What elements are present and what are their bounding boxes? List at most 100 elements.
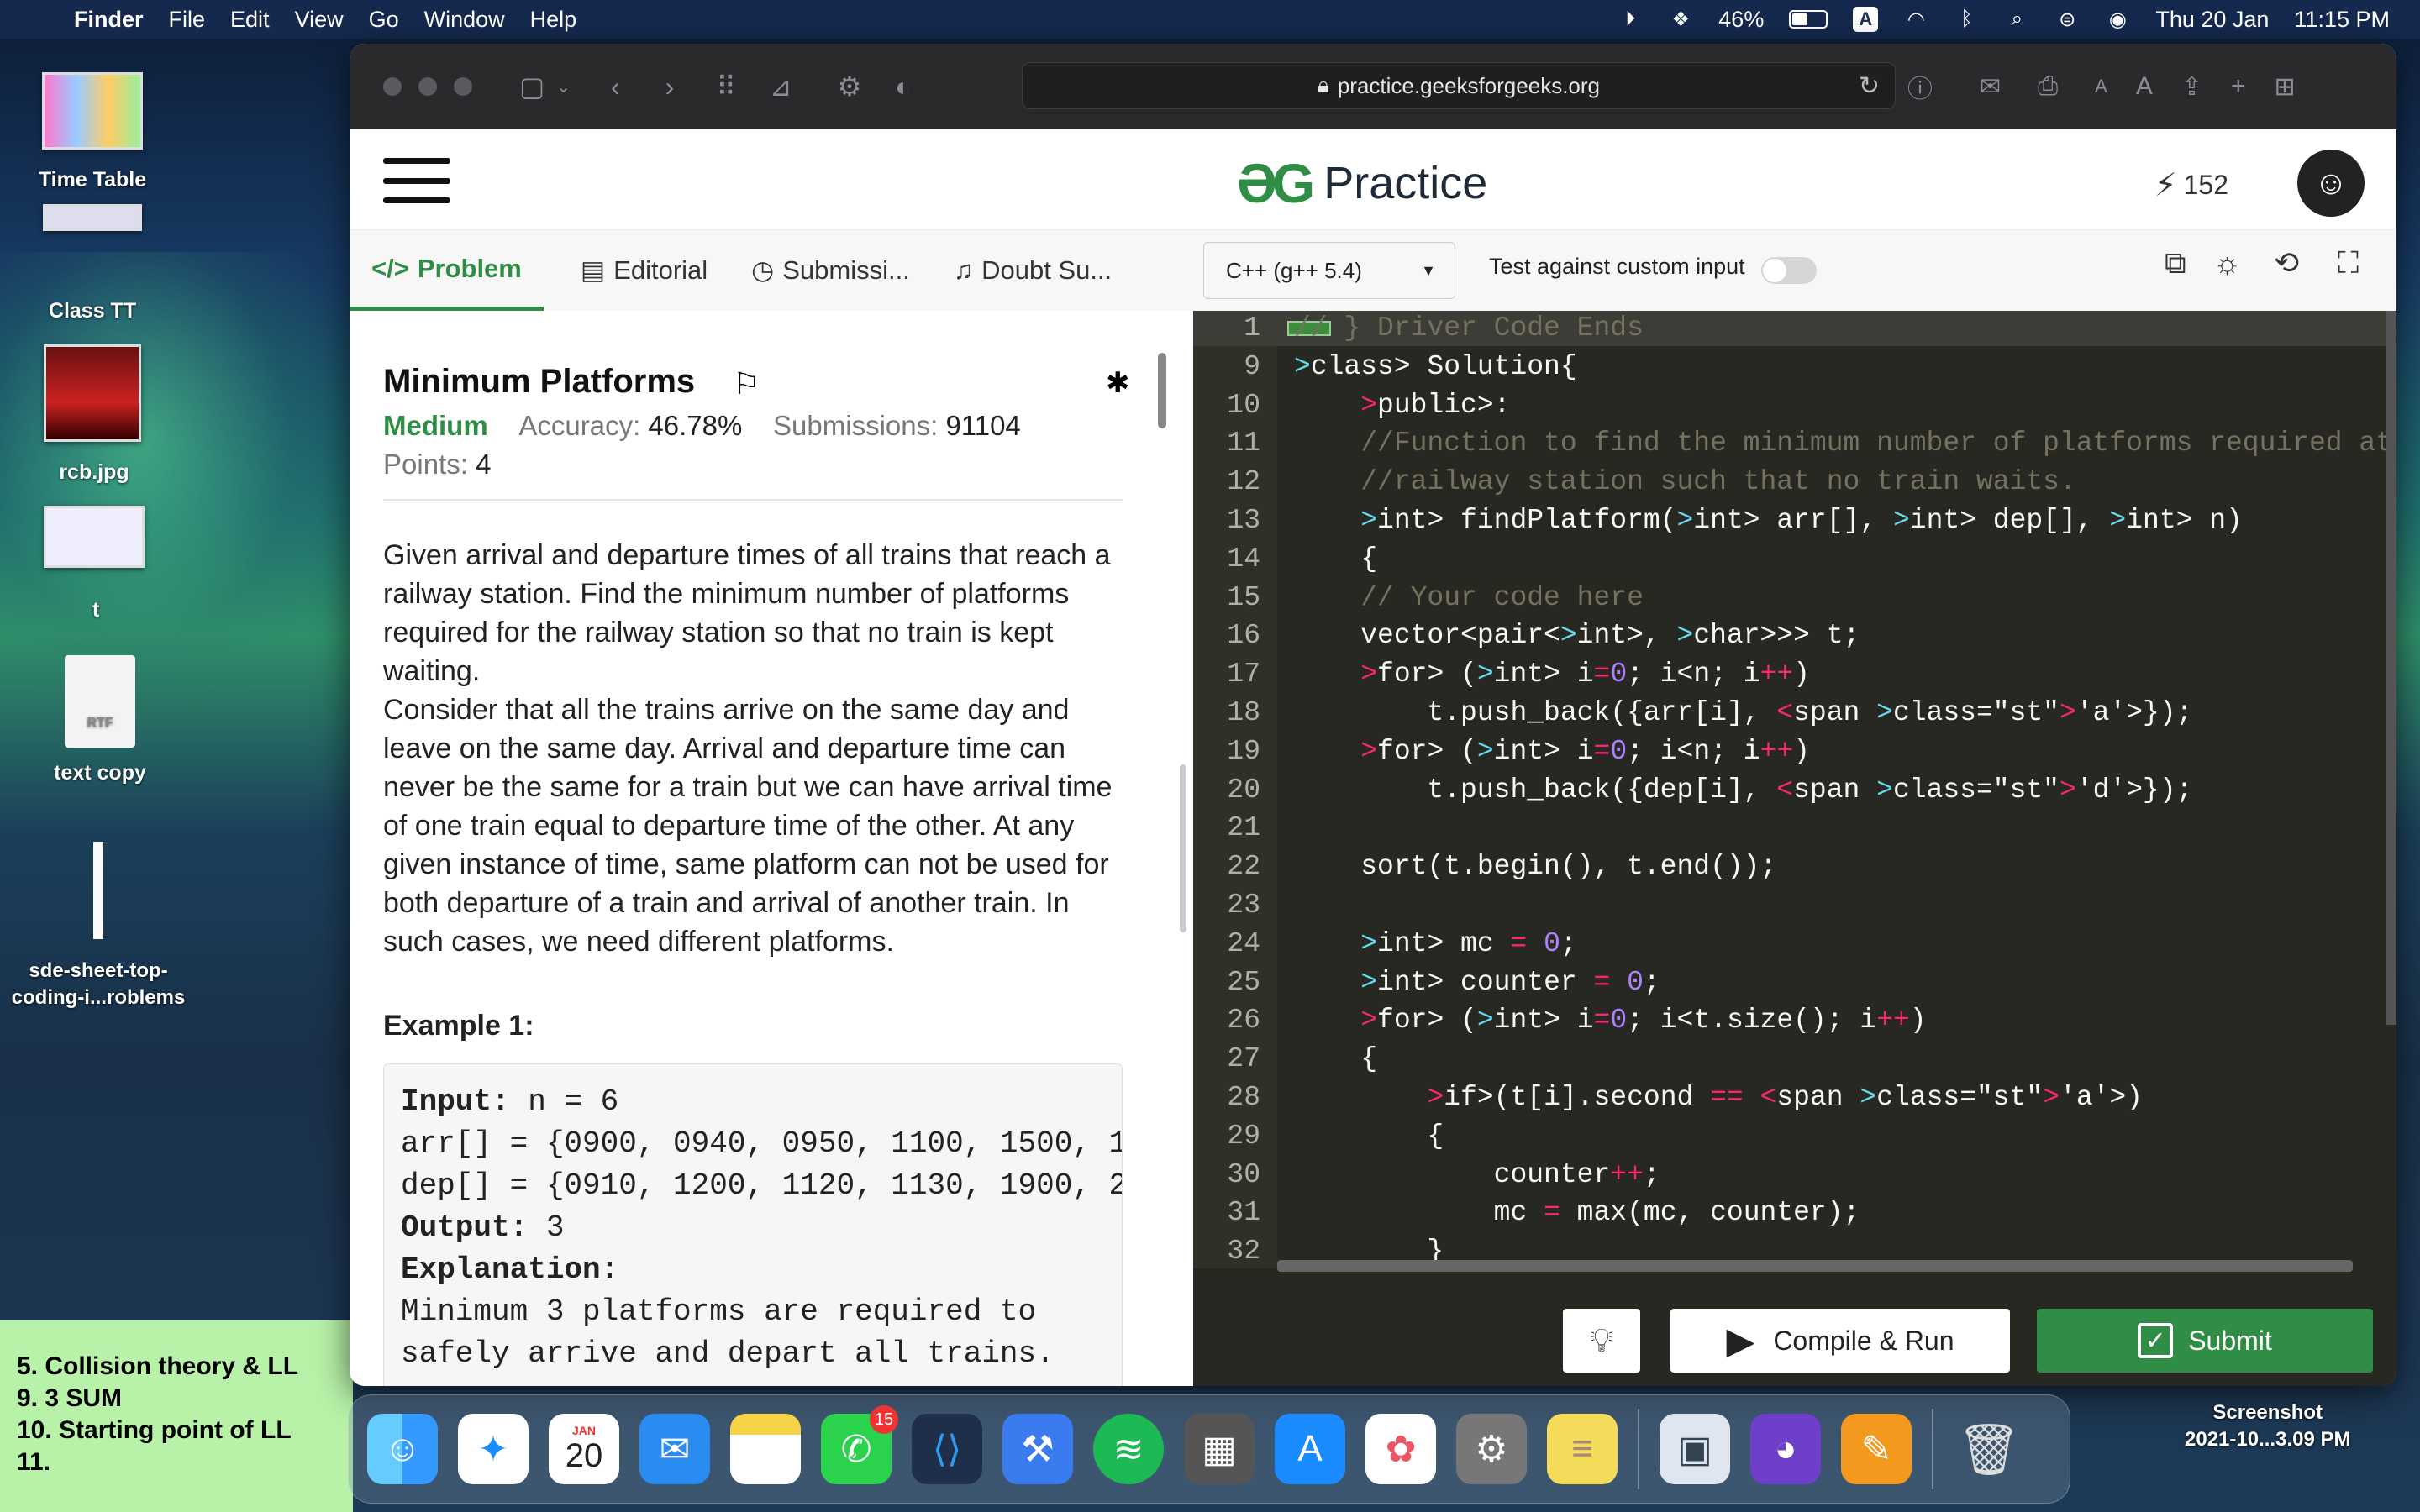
forward-icon[interactable]: › bbox=[666, 71, 675, 102]
finder-icon[interactable]: ☺ bbox=[367, 1414, 438, 1484]
menubar-time[interactable]: 11:15 PM bbox=[2294, 7, 2390, 33]
xcode-icon[interactable]: ⚒ bbox=[1002, 1414, 1073, 1484]
sidebar-toggle-icon[interactable]: ▢ bbox=[519, 71, 544, 102]
whatsapp-icon[interactable]: ✆ 15 bbox=[821, 1405, 898, 1484]
spotify-icon[interactable]: ≋ bbox=[1093, 1414, 1164, 1484]
app-store-icon[interactable]: A bbox=[1275, 1414, 1345, 1484]
copy-icon[interactable]: ⧉ bbox=[2165, 245, 2186, 281]
gfg-logo[interactable]: ƏG Practice bbox=[1237, 151, 1487, 215]
tab-doubt-support[interactable]: ♫ Doubt Su... bbox=[932, 230, 1134, 311]
menu-go[interactable]: Go bbox=[369, 7, 399, 33]
address-bar[interactable]: 🔒︎ practice.geeksforgeeks.org ↻ bbox=[1022, 62, 1896, 109]
desktop-icon-timetable[interactable]: Time Table bbox=[34, 72, 151, 231]
editor-footer: 💡︎ ▶ Compile & Run ✓ Submit bbox=[1193, 1277, 2396, 1386]
bookmark-icon[interactable]: ⚐ bbox=[733, 366, 760, 402]
tab-submissions[interactable]: ◷ Submissi... bbox=[729, 230, 932, 311]
trash-icon[interactable]: 🗑︎ bbox=[1954, 1414, 2024, 1484]
problem-meta: Medium Accuracy: 46.78% Submissions: 911… bbox=[383, 410, 1021, 442]
menu-edit[interactable]: Edit bbox=[230, 7, 270, 33]
rtf-file-icon: RTF bbox=[65, 655, 135, 748]
desktop-icon-t[interactable]: t bbox=[44, 506, 148, 622]
desktop-icon-rcb[interactable]: rcb.jpg bbox=[44, 344, 145, 485]
wifi-icon[interactable]: ◠ bbox=[1903, 8, 1928, 31]
tab-overview-icon[interactable]: ⊞ bbox=[2275, 72, 2296, 102]
print-icon[interactable]: ⎙ bbox=[2038, 72, 2058, 101]
shield-icon[interactable]: ◐ bbox=[895, 71, 911, 102]
dock-separator bbox=[1932, 1409, 1933, 1489]
menubar-date[interactable]: Thu 20 Jan bbox=[2155, 7, 2269, 33]
dropbox-icon[interactable]: ❖ bbox=[1668, 8, 1693, 31]
desktop-icon-screenshot[interactable]: Screenshot 2021-10...3.09 PM bbox=[2185, 1399, 2350, 1453]
desktop-icon-textcopy[interactable]: RTF text copy bbox=[45, 655, 155, 785]
menu-file[interactable]: File bbox=[169, 7, 206, 33]
custom-input-toggle[interactable] bbox=[1761, 257, 1817, 284]
notification-badge: 15 bbox=[870, 1405, 898, 1434]
window-close-button[interactable] bbox=[383, 77, 402, 96]
bug-report-icon[interactable]: ✱ bbox=[1106, 366, 1130, 400]
preview-icon[interactable]: ▣ bbox=[1660, 1414, 1730, 1484]
window-zoom-button[interactable] bbox=[454, 77, 472, 96]
siri-icon[interactable]: ◉ bbox=[2105, 8, 2130, 31]
stickies-icon[interactable]: ≡ bbox=[1547, 1414, 1618, 1484]
tab-editorial[interactable]: ▤ Editorial bbox=[559, 230, 729, 311]
back-icon[interactable]: ‹ bbox=[611, 71, 620, 102]
new-tab-icon[interactable]: + bbox=[2231, 72, 2246, 101]
vscode-icon[interactable]: ⟨⟩ bbox=[912, 1414, 982, 1484]
mail-icon[interactable]: ✉ bbox=[639, 1414, 710, 1484]
chevron-down-icon[interactable]: ⌄ bbox=[556, 76, 571, 97]
menu-view[interactable]: View bbox=[295, 7, 344, 33]
search-icon[interactable]: ⌕ bbox=[2004, 8, 2029, 30]
desktop-icon-sde-sheet[interactable]: sde-sheet-top-coding-i...roblems bbox=[2, 842, 195, 1011]
code-editor[interactable]: 1 // } Driver Code Ends 9 >class> Solution{… bbox=[1193, 311, 2396, 1386]
language-select[interactable]: C++ (g++ 5.4) ▼ bbox=[1203, 242, 1455, 299]
theme-sun-icon[interactable]: ☼ bbox=[2213, 245, 2241, 281]
hamburger-menu-icon[interactable] bbox=[383, 158, 450, 203]
sticky-note[interactable]: 5. Collision theory & LL 9. 3 SUM 10. St… bbox=[0, 1320, 353, 1512]
desktop-icon-classtt[interactable]: Class TT bbox=[34, 299, 151, 323]
submit-button[interactable]: ✓ Submit bbox=[2037, 1309, 2373, 1373]
editor-vertical-scrollbar[interactable] bbox=[2386, 311, 2396, 1025]
play-icon: ▶ bbox=[1726, 1320, 1755, 1362]
mail-icon[interactable]: ✉ bbox=[1980, 72, 2001, 102]
window-minimize-button[interactable] bbox=[418, 77, 437, 96]
pages-icon[interactable]: ✎ bbox=[1841, 1414, 1912, 1484]
compile-run-button[interactable]: ▶ Compile & Run bbox=[1670, 1309, 2010, 1373]
input-source-icon[interactable]: A bbox=[1853, 7, 1879, 32]
menu-help[interactable]: Help bbox=[530, 7, 577, 33]
menu-app-name[interactable]: Finder bbox=[74, 7, 144, 33]
gear-icon[interactable]: ⚙ bbox=[838, 71, 862, 102]
menu-window[interactable]: Window bbox=[424, 7, 505, 33]
fullscreen-icon[interactable]: ⛶ bbox=[2338, 245, 2359, 281]
editor-horizontal-scrollbar[interactable] bbox=[1277, 1260, 2353, 1272]
system-preferences-icon[interactable]: ⚙ bbox=[1456, 1414, 1527, 1484]
code-line: >int> mc = 0; bbox=[1360, 927, 1577, 959]
problem-scrollbar[interactable] bbox=[1158, 353, 1166, 428]
grid-icon[interactable]: ⠿ bbox=[716, 71, 735, 102]
line-number: 15 bbox=[1227, 581, 1260, 613]
font-larger-icon[interactable]: A bbox=[2136, 72, 2153, 101]
reset-icon[interactable]: ⟲ bbox=[2274, 245, 2299, 281]
calculator-icon[interactable]: ▦ bbox=[1184, 1414, 1255, 1484]
share-icon[interactable]: ⇪ bbox=[2181, 72, 2202, 102]
notes-icon[interactable] bbox=[730, 1414, 801, 1484]
github-desktop-icon[interactable]: ◕ bbox=[1750, 1414, 1821, 1484]
extension-icon[interactable]: ⊿ bbox=[770, 71, 792, 102]
font-smaller-icon[interactable]: A bbox=[2095, 76, 2107, 97]
line-number: 32 bbox=[1227, 1236, 1260, 1268]
photos-icon[interactable]: ✿ bbox=[1365, 1414, 1436, 1484]
safari-icon[interactable]: ✦ bbox=[458, 1414, 529, 1484]
user-avatar[interactable]: ☺ bbox=[2297, 150, 2365, 217]
play-icon[interactable]: ⏵ bbox=[1618, 8, 1643, 30]
bulb-button[interactable]: 💡︎ bbox=[1563, 1309, 1640, 1373]
bluetooth-icon[interactable]: ᛒ bbox=[1954, 8, 1979, 30]
rcb-thumbnail bbox=[44, 344, 141, 442]
info-icon[interactable]: ⓘ bbox=[1907, 68, 1933, 105]
difficulty-badge: Medium bbox=[383, 410, 488, 441]
pane-splitter[interactable] bbox=[1176, 311, 1193, 1386]
divider bbox=[383, 499, 1123, 501]
battery-icon[interactable] bbox=[1789, 10, 1828, 29]
calendar-icon[interactable]: JAN 20 bbox=[549, 1414, 619, 1484]
streak-counter[interactable]: ⚡︎ 152 bbox=[2154, 166, 2228, 204]
tab-problem[interactable]: </> Problem bbox=[350, 230, 544, 311]
control-center-icon[interactable]: ⊜ bbox=[2054, 8, 2080, 31]
